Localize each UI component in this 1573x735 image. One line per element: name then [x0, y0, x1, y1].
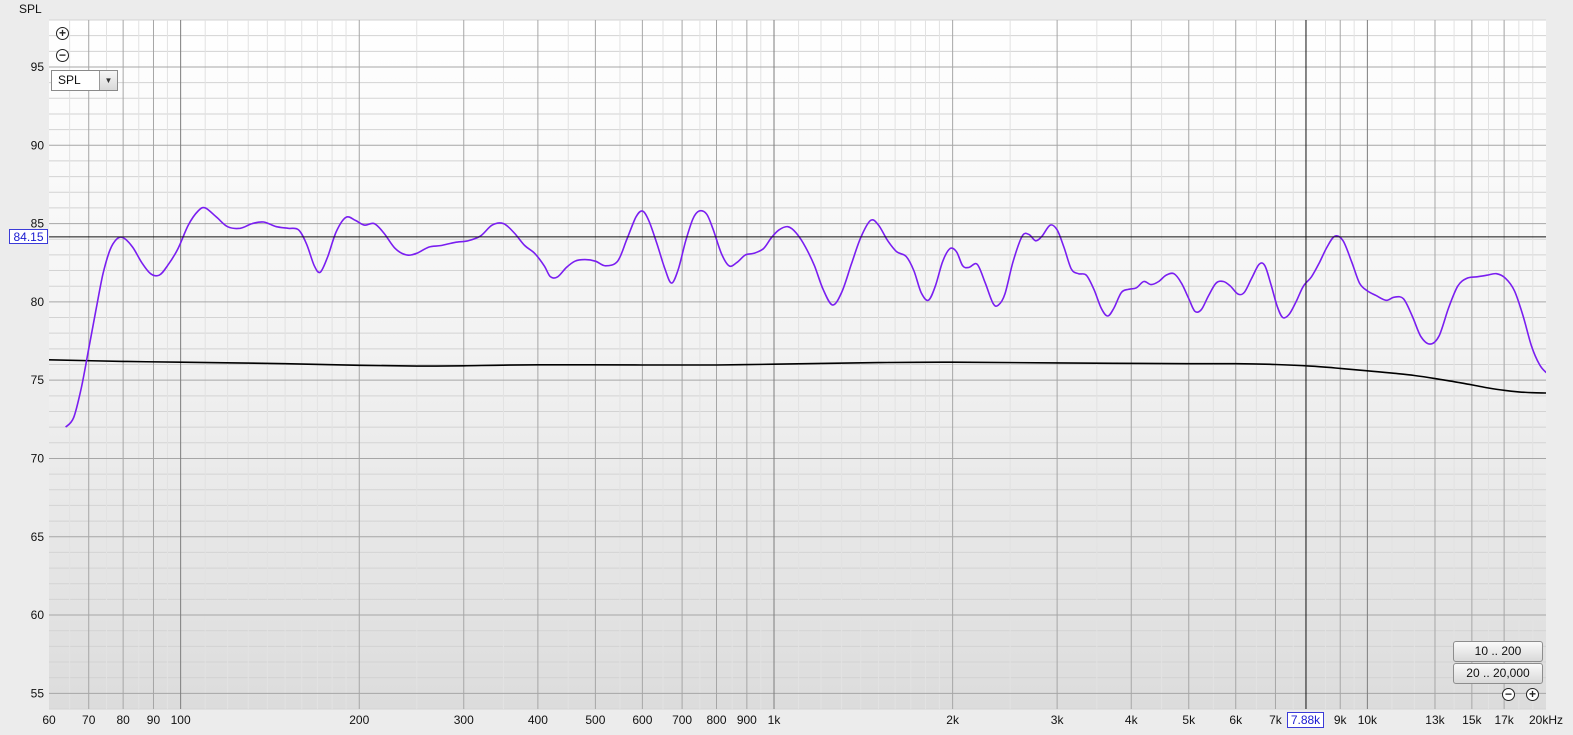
x-tick-label: 70 — [82, 713, 96, 727]
y-tick-labels: 556065707580859095 — [31, 60, 45, 700]
zoom-in-icon[interactable]: + — [56, 27, 69, 40]
zoom-out-icon[interactable]: − — [56, 49, 69, 62]
y-tick-label: 90 — [31, 138, 45, 152]
x-zoom-in-icon[interactable]: + — [1526, 688, 1539, 701]
range-20-20000-button[interactable]: 20 .. 20,000 — [1453, 663, 1543, 684]
y-tick-label: 70 — [31, 451, 45, 465]
x-tick-label: 13k — [1425, 713, 1445, 727]
x-tick-label: 2k — [946, 713, 960, 727]
x-tick-label: 1k — [768, 713, 782, 727]
x-tick-label: 90 — [147, 713, 161, 727]
frequency-response-chart: 556065707580859095 60 70 80 90 100 200 300 400 5… — [31, 19, 1563, 727]
cursor-x-readout: 7.88k — [1287, 712, 1324, 728]
measurement-select-value: SPL — [58, 73, 81, 87]
x-tick-label: 400 — [528, 713, 548, 727]
y-axis-label: SPL — [19, 2, 42, 16]
y-tick-label: 65 — [31, 530, 45, 544]
y-tick-label: 60 — [31, 608, 45, 622]
chevron-down-icon[interactable]: ▼ — [99, 71, 117, 90]
x-tick-label: 5k — [1182, 713, 1196, 727]
x-tick-label: 3k — [1051, 713, 1065, 727]
y-tick-label: 75 — [31, 373, 45, 387]
y-tick-label: 80 — [31, 295, 45, 309]
x-tick-label: 6k — [1229, 713, 1243, 727]
x-tick-label: 7k — [1269, 713, 1283, 727]
x-tick-label: 100 — [171, 713, 191, 727]
y-tick-label: 95 — [31, 60, 45, 74]
x-tick-label: 700 — [672, 713, 692, 727]
x-tick-label: 17k — [1494, 713, 1514, 727]
x-zoom-out-icon[interactable]: − — [1502, 688, 1515, 701]
x-tick-label: 600 — [632, 713, 652, 727]
x-tick-labels: 60 70 80 90 100 200 300 400 500 600 700 800 900 1k 2k 3… — [42, 713, 1563, 727]
x-tick-label: 200 — [349, 713, 369, 727]
cursor-y-readout: 84.15 — [9, 229, 48, 244]
measurement-select[interactable]: SPL ▼ — [51, 70, 118, 91]
x-tick-label: 9k — [1334, 713, 1348, 727]
x-tick-label: 60 — [42, 713, 56, 727]
x-tick-label: 10k — [1358, 713, 1378, 727]
x-tick-label: 900 — [737, 713, 757, 727]
range-10-200-button[interactable]: 10 .. 200 — [1453, 641, 1543, 662]
x-tick-label: 80 — [116, 713, 130, 727]
y-tick-label: 55 — [31, 686, 45, 700]
x-tick-label: 500 — [585, 713, 605, 727]
x-tick-label: 15k — [1462, 713, 1482, 727]
x-tick-label: 20kHz — [1529, 713, 1563, 727]
x-tick-label: 800 — [706, 713, 726, 727]
x-tick-label: 4k — [1125, 713, 1139, 727]
x-tick-label: 300 — [454, 713, 474, 727]
